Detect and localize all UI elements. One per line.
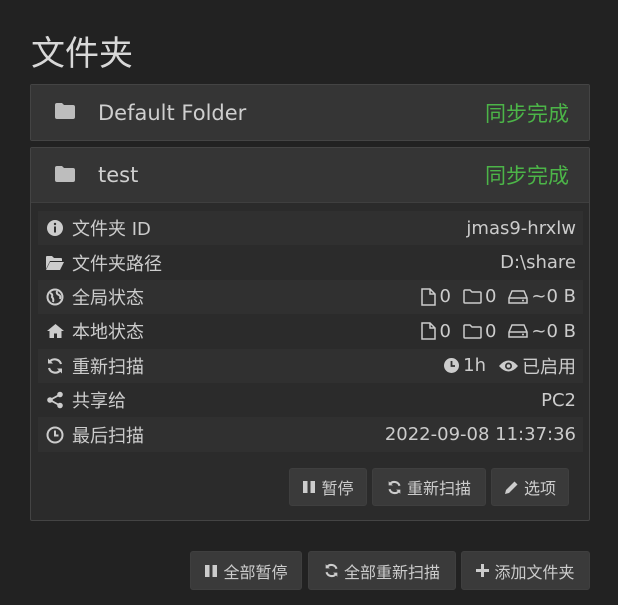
- options-button[interactable]: 选项: [491, 468, 569, 506]
- folder-outline-icon: [463, 324, 482, 339]
- detail-value: 0 0 ~0 B: [413, 286, 576, 307]
- folder-status-badge: 同步完成: [485, 164, 569, 188]
- share-icon: [45, 390, 65, 410]
- detail-row-global-state: 全局状态 0 0 ~0 B: [38, 279, 583, 315]
- page-title: 文件夹: [31, 34, 133, 74]
- pause-icon: [303, 481, 316, 493]
- detail-row-rescan: 重新扫描 1h 已启用: [38, 348, 583, 383]
- dir-count: 0: [484, 286, 497, 308]
- hdd-icon: [508, 290, 529, 304]
- add-folder-label: 添加文件夹: [494, 562, 575, 582]
- file-count: 0: [439, 320, 451, 342]
- refresh-icon: [388, 480, 401, 494]
- detail-label: 全局状态: [72, 287, 144, 309]
- size-value: ~0 B: [531, 320, 576, 342]
- folder-open-icon: [45, 253, 65, 273]
- options-label: 选项: [523, 479, 556, 498]
- refresh-icon: [325, 563, 338, 578]
- hdd-icon: [508, 324, 529, 339]
- info-circle-icon: [45, 218, 65, 238]
- detail-value: 2022-09-08 11:37:36: [384, 424, 576, 446]
- folder-status-badge: 同步完成: [485, 101, 569, 126]
- globe-icon: [45, 287, 65, 307]
- rescan-interval: 1h: [463, 355, 486, 377]
- folder-heading-default[interactable]: Default Folder 同步完成: [31, 85, 589, 140]
- detail-label: 文件夹路径: [72, 253, 162, 275]
- file-icon: [421, 322, 437, 341]
- pause-icon: [205, 564, 218, 577]
- pause-all-button[interactable]: 全部暂停: [190, 551, 302, 590]
- detail-row-local-state: 本地状态 0 0 ~0 B: [38, 314, 583, 348]
- detail-row-last-scan: 最后扫描 2022-09-08 11:37:36: [38, 417, 583, 452]
- watch-status: 已启用: [522, 356, 576, 378]
- folder-icon: [55, 103, 75, 119]
- clock-icon: [45, 425, 65, 445]
- size-value: ~0 B: [531, 286, 576, 308]
- rescan-all-label: 全部重新扫描: [343, 562, 440, 582]
- folder-name: Default Folder: [98, 100, 247, 125]
- detail-value: 1h 已启用: [435, 353, 576, 379]
- pause-button[interactable]: 暂停: [289, 468, 367, 506]
- rescan-all-button[interactable]: 全部重新扫描: [308, 551, 456, 590]
- detail-value: PC2: [541, 389, 576, 411]
- detail-value: D:\share: [500, 252, 576, 274]
- detail-label: 重新扫描: [72, 356, 144, 378]
- plus-icon: [476, 564, 490, 577]
- pencil-icon: [504, 481, 518, 494]
- folder-details-table: 文件夹 ID jmas9-hrxlw 文件夹路径 D:\share 全局状态 0: [38, 211, 583, 452]
- folder-outline-icon: [463, 289, 482, 305]
- pause-label: 暂停: [321, 479, 354, 498]
- rescan-label: 重新扫描: [406, 479, 471, 498]
- detail-label: 本地状态: [72, 322, 144, 344]
- detail-label: 最后扫描: [72, 425, 144, 447]
- detail-value: 0 0 ~0 B: [413, 321, 576, 342]
- detail-value: jmas9-hrxlw: [466, 217, 576, 239]
- detail-row-folder-id: 文件夹 ID jmas9-hrxlw: [38, 211, 583, 246]
- clock-icon: [444, 358, 460, 374]
- detail-label: 共享给: [72, 391, 126, 413]
- refresh-icon: [45, 356, 65, 376]
- file-icon: [421, 288, 437, 306]
- detail-row-shared-with: 共享给 PC2: [38, 383, 583, 417]
- folder-heading-test[interactable]: test 同步完成: [31, 148, 589, 203]
- pause-all-label: 全部暂停: [223, 562, 288, 582]
- eye-icon: [499, 360, 518, 372]
- folder-panel-test: test 同步完成 文件夹 ID jmas9-hrxlw 文件夹路径 D:\sh…: [30, 147, 590, 521]
- add-folder-button[interactable]: 添加文件夹: [461, 551, 590, 590]
- detail-label: 文件夹 ID: [72, 219, 151, 241]
- rescan-button[interactable]: 重新扫描: [372, 468, 486, 506]
- dir-count: 0: [484, 320, 497, 342]
- file-count: 0: [439, 286, 451, 308]
- folder-name: test: [98, 163, 139, 187]
- detail-row-folder-path: 文件夹路径 D:\share: [38, 245, 583, 279]
- home-icon: [45, 321, 65, 341]
- folder-panel-default: Default Folder 同步完成: [30, 84, 590, 141]
- folder-icon: [55, 166, 75, 182]
